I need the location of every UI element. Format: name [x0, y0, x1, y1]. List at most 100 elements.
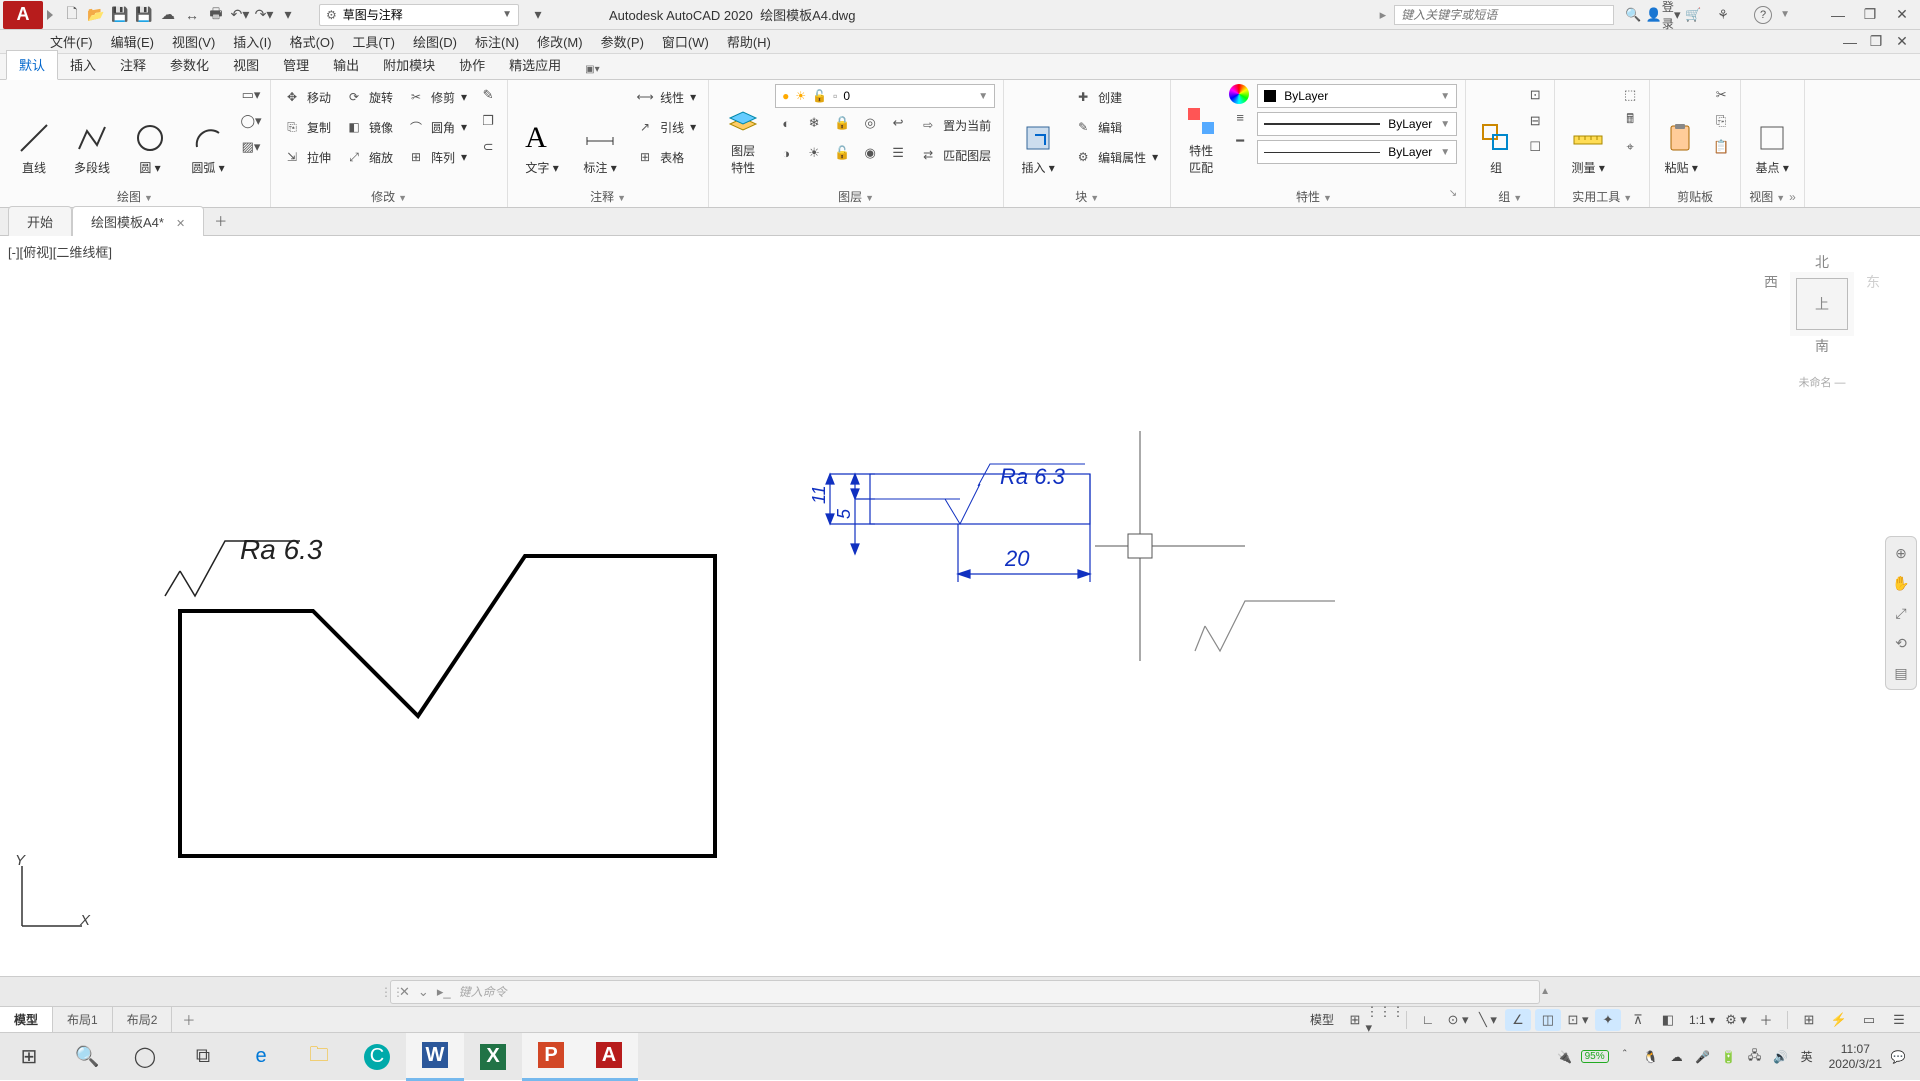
app-store-icon[interactable]: 🛒: [1682, 4, 1704, 26]
doc-close-button[interactable]: ✕: [1890, 32, 1914, 52]
orbit-icon[interactable]: ⟲: [1891, 633, 1911, 653]
layout-model[interactable]: 模型: [0, 1007, 53, 1032]
ucs-icon[interactable]: Y X: [12, 856, 92, 936]
ellipse-icon[interactable]: ◯▾: [240, 110, 262, 132]
ime-indicator[interactable]: 英: [1797, 1047, 1817, 1067]
ribtab-annotate[interactable]: 注释: [108, 51, 158, 79]
circle-button[interactable]: 圆 ▾: [124, 84, 176, 176]
ribtab-collab[interactable]: 协作: [447, 51, 497, 79]
quick-calc-icon[interactable]: 🖩: [1619, 110, 1641, 132]
restore-button[interactable]: ❐: [1858, 5, 1882, 25]
hatch-icon[interactable]: ▨▾: [240, 136, 262, 158]
array-button[interactable]: ⊞阵列 ▾: [403, 144, 471, 170]
layer-freeze-icon[interactable]: ❄: [803, 112, 825, 134]
cut-icon[interactable]: ✂: [1710, 84, 1732, 106]
panel-props-title[interactable]: 特性▼↘: [1179, 185, 1457, 205]
match-props-button[interactable]: 特性 匹配: [1179, 84, 1223, 176]
word-icon[interactable]: W: [406, 1033, 464, 1081]
lineweight-icon[interactable]: ━: [1229, 130, 1251, 152]
panel-draw-title[interactable]: 绘图▼: [8, 185, 262, 205]
workspace-switch-icon[interactable]: ＋: [1753, 1009, 1779, 1031]
layer-thaw-icon[interactable]: ☀: [803, 142, 825, 164]
group-edit-icon[interactable]: ⊡: [1524, 84, 1546, 106]
scale-button[interactable]: ⤢缩放: [341, 144, 397, 170]
stretch-button[interactable]: ⇲拉伸: [279, 144, 335, 170]
pan-icon[interactable]: ✋: [1891, 573, 1911, 593]
viewport-label[interactable]: [-][俯视][二维线框]: [8, 242, 112, 261]
customize-status-icon[interactable]: ☰: [1886, 1009, 1912, 1031]
qat-new-icon[interactable]: 🗋: [61, 4, 83, 26]
app-c-icon[interactable]: C: [348, 1033, 406, 1081]
menu-edit[interactable]: 编辑(E): [111, 32, 154, 51]
ribtab-launcher-icon[interactable]: ▣▾: [579, 60, 605, 79]
onedrive-icon[interactable]: ☁: [1667, 1047, 1687, 1067]
base-view-button[interactable]: 基点 ▾: [1749, 84, 1795, 176]
layer-unlock-icon[interactable]: 🔓: [831, 142, 853, 164]
share-icon[interactable]: ▾: [527, 4, 549, 26]
panel-group-title[interactable]: 组▼: [1474, 185, 1546, 205]
ribtab-output[interactable]: 输出: [321, 51, 371, 79]
layer-prev-icon[interactable]: ↩: [887, 112, 909, 134]
erase-icon[interactable]: ✎: [477, 84, 499, 106]
fullnav-icon[interactable]: ⊕: [1891, 543, 1911, 563]
menu-file[interactable]: 文件(F): [50, 32, 93, 51]
ribtab-parametric[interactable]: 参数化: [158, 51, 221, 79]
osnap-icon[interactable]: ∠: [1505, 1009, 1531, 1031]
lineweight-dropdown[interactable]: ByLayer▼: [1257, 140, 1457, 164]
battery-indicator[interactable]: 95%: [1581, 1050, 1609, 1063]
block-create-button[interactable]: ✚创建: [1070, 84, 1162, 110]
ribtab-manage[interactable]: 管理: [271, 51, 321, 79]
layout-2[interactable]: 布局2: [113, 1007, 173, 1032]
doctab-start[interactable]: 开始: [8, 206, 72, 236]
polyline-button[interactable]: 多段线: [66, 84, 118, 176]
command-input[interactable]: ✕ ⌄ ▸_ 键入命令: [390, 980, 1540, 1004]
ribtab-default[interactable]: 默认: [6, 50, 58, 80]
block-attr-button[interactable]: ⚙编辑属性 ▾: [1070, 144, 1162, 170]
start-button[interactable]: ⊞: [0, 1033, 58, 1081]
ribtab-featured[interactable]: 精选应用: [497, 51, 573, 79]
paste-button[interactable]: 粘贴 ▾: [1658, 84, 1704, 176]
leader-button[interactable]: ↗引线 ▾: [632, 114, 700, 140]
layer-walk-icon[interactable]: ☰: [887, 142, 909, 164]
layout-add-button[interactable]: ＋: [172, 1006, 205, 1033]
autocad-icon[interactable]: A: [580, 1033, 638, 1081]
cortana-icon[interactable]: ◯: [116, 1033, 174, 1081]
recent-cmds-icon[interactable]: ⌄: [418, 984, 429, 1000]
menu-tools[interactable]: 工具(T): [352, 32, 395, 51]
qat-print-icon[interactable]: 🖶: [205, 4, 227, 26]
rotate-button[interactable]: ⟳旋转: [341, 84, 397, 110]
doctab-file[interactable]: 绘图模板A4*✕: [72, 206, 204, 236]
qat-save-icon[interactable]: 💾: [109, 4, 131, 26]
polar-icon[interactable]: ⊙ ▾: [1445, 1009, 1471, 1031]
qat-more-icon[interactable]: ▾: [277, 4, 299, 26]
tray-clock[interactable]: 11:07 2020/3/21: [1829, 1042, 1882, 1071]
search-input[interactable]: [1394, 5, 1614, 25]
help-icon[interactable]: ?: [1754, 6, 1772, 24]
block-insert-button[interactable]: 插入 ▾: [1012, 84, 1064, 176]
text-button[interactable]: A 文字 ▾: [516, 84, 568, 176]
zoom-extents-icon[interactable]: ⤢: [1891, 603, 1911, 623]
color-dropdown[interactable]: ByLayer▼: [1257, 84, 1457, 108]
panel-view-title[interactable]: 视图▼»: [1749, 185, 1796, 205]
hardware-accel-icon[interactable]: ⚡: [1826, 1009, 1852, 1031]
layer-dropdown[interactable]: ● ☀ 🔓 ▫ 0 ▼: [775, 84, 995, 108]
excel-icon[interactable]: X: [464, 1033, 522, 1081]
panel-util-title[interactable]: 实用工具▼: [1563, 185, 1641, 205]
menu-window[interactable]: 窗口(W): [662, 32, 709, 51]
doc-minimize-button[interactable]: —: [1838, 32, 1862, 52]
select-all-icon[interactable]: ⬚: [1619, 84, 1641, 106]
network-icon[interactable]: 🖧: [1745, 1047, 1765, 1067]
close-button[interactable]: ✕: [1890, 5, 1914, 25]
search-button[interactable]: 🔍: [58, 1033, 116, 1081]
qat-cloud-icon[interactable]: ☁: [157, 4, 179, 26]
doc-restore-button[interactable]: ❐: [1864, 32, 1888, 52]
block-edit-button[interactable]: ✎编辑: [1070, 114, 1162, 140]
panel-modify-title[interactable]: 修改▼: [279, 185, 499, 205]
annoscale-icon[interactable]: ⚙ ▾: [1723, 1009, 1749, 1031]
chevron-down-icon[interactable]: ▼: [1780, 9, 1790, 20]
fillet-button[interactable]: ⌒圆角 ▾: [403, 114, 471, 140]
dynucs-icon[interactable]: ⊡ ▾: [1565, 1009, 1591, 1031]
annoscale-label[interactable]: 1:1 ▾: [1685, 1013, 1719, 1027]
drawing-canvas[interactable]: [-][俯视][二维线框] 北 西上东 南 未命名 — ⊕ ✋ ⤢ ⟲ ▤ Ra…: [0, 236, 1920, 976]
menu-insert[interactable]: 插入(I): [233, 32, 271, 51]
